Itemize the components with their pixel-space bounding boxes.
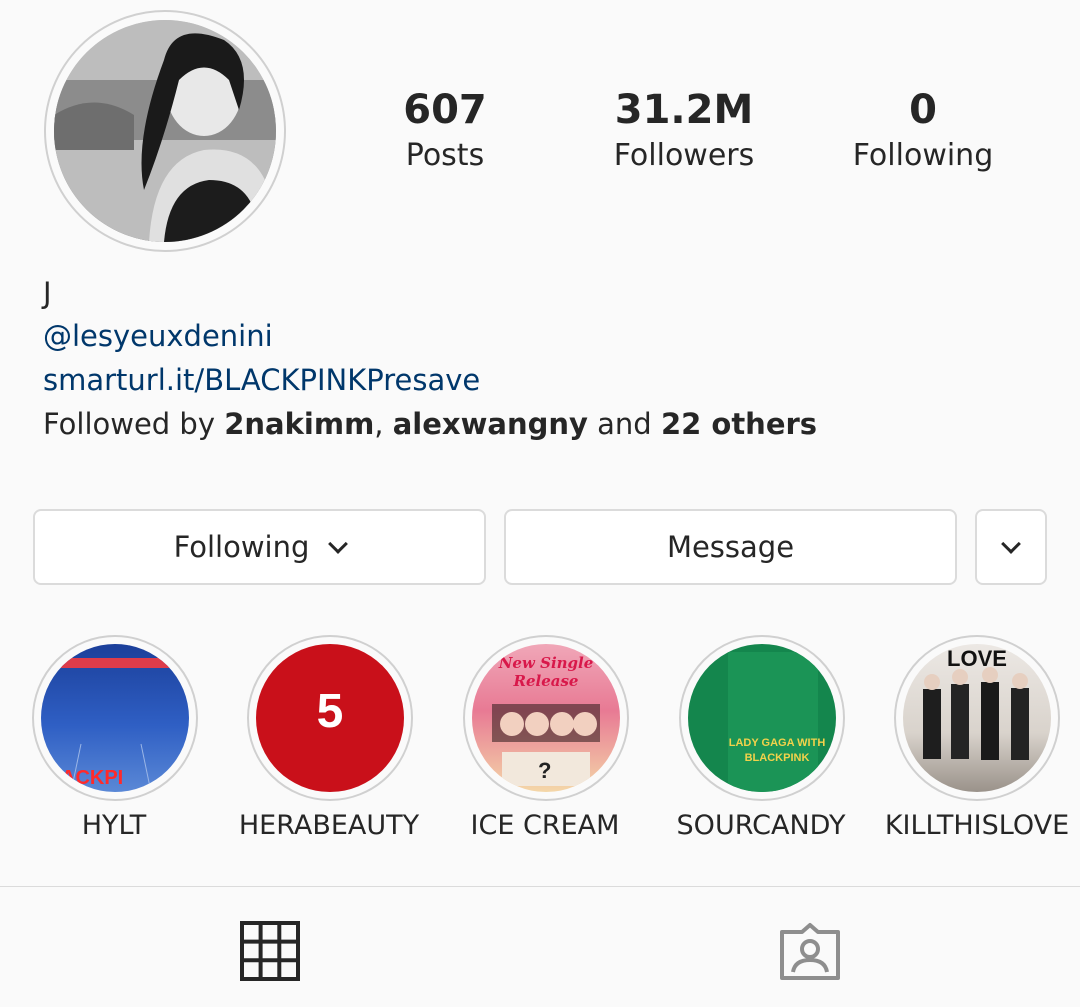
followed-by-others[interactable]: 22 others bbox=[661, 407, 817, 441]
bio-link[interactable]: smarturl.it/BLACKPINKPresave bbox=[43, 360, 480, 400]
grid-icon bbox=[240, 921, 300, 981]
highlight-thumb-text: 5 bbox=[316, 685, 344, 738]
highlight-thumb: ? New Single Release bbox=[472, 644, 620, 792]
highlight-thumb-text: ACKPI bbox=[61, 767, 123, 789]
svg-text:?: ? bbox=[538, 758, 551, 783]
chevron-down-icon bbox=[1001, 534, 1021, 554]
avatar-photo bbox=[54, 20, 276, 242]
chevron-down-icon bbox=[328, 534, 349, 554]
highlight-thumb: LOVE bbox=[903, 644, 1051, 792]
highlight-thumb: 5 bbox=[256, 644, 404, 792]
stat-following[interactable]: 0 Following bbox=[823, 88, 1023, 176]
tab-tagged[interactable] bbox=[778, 922, 842, 982]
highlight-thumb: LADY GAGA WITH BLACKPINK bbox=[688, 644, 836, 792]
highlight-thumb-text: LOVE bbox=[947, 646, 1007, 671]
highlight-thumb: ACKPI bbox=[41, 644, 189, 792]
following-button-label: Following bbox=[173, 530, 310, 564]
posts-count: 607 bbox=[403, 87, 487, 133]
followed-by-user-2[interactable]: alexwangny bbox=[393, 407, 588, 441]
highlight-ice-cream[interactable]: ? New Single Release bbox=[463, 635, 629, 801]
followed-by-user-1[interactable]: 2nakimm bbox=[224, 407, 374, 441]
followed-by-prefix: Followed by bbox=[43, 407, 225, 441]
profile-avatar[interactable] bbox=[44, 10, 286, 252]
followers-label: Followers bbox=[613, 138, 755, 173]
highlight-sourcandy[interactable]: LADY GAGA WITH BLACKPINK bbox=[679, 635, 845, 801]
suggested-accounts-button[interactable] bbox=[975, 509, 1047, 585]
highlight-killthislove[interactable]: LOVE bbox=[894, 635, 1060, 801]
following-count: 0 bbox=[909, 87, 937, 133]
stat-posts[interactable]: 607 Posts bbox=[345, 88, 545, 176]
highlight-label-herabeauty: HERABEAUTY bbox=[238, 810, 420, 841]
followed-by-sep: , bbox=[374, 407, 393, 441]
highlight-thumb-text: New Single Release bbox=[498, 654, 594, 690]
highlight-label-hylt: HYLT bbox=[81, 810, 147, 841]
stat-followers[interactable]: 31.2M Followers bbox=[584, 88, 784, 176]
following-button[interactable]: Following bbox=[33, 509, 486, 585]
posts-label: Posts bbox=[405, 138, 485, 173]
tab-posts-grid[interactable] bbox=[240, 921, 300, 981]
followed-by-and: and bbox=[587, 407, 661, 441]
highlight-label-killthislove: KILLTHISLOVE bbox=[884, 810, 1070, 841]
tagged-icon bbox=[780, 923, 840, 980]
highlight-hylt[interactable]: ACKPI bbox=[32, 635, 198, 801]
bio-mention[interactable]: @lesyeuxdenini bbox=[43, 316, 273, 356]
following-label: Following bbox=[852, 138, 994, 173]
message-button-label: Message bbox=[666, 530, 795, 564]
highlight-herabeauty[interactable]: 5 bbox=[247, 635, 413, 801]
highlight-label-sourcandy: SOURCANDY bbox=[676, 810, 846, 841]
message-button[interactable]: Message bbox=[504, 509, 957, 585]
followers-count: 31.2M bbox=[614, 87, 754, 133]
highlight-label-ice-cream: ICE CREAM bbox=[470, 810, 620, 841]
profile-name: J bbox=[43, 276, 52, 310]
tabs-divider bbox=[0, 886, 1080, 887]
highlight-thumb-text: LADY GAGA WITH BLACKPINK bbox=[728, 737, 826, 764]
followed-by[interactable]: Followed by 2nakimm, alexwangny and 22 o… bbox=[43, 404, 817, 444]
